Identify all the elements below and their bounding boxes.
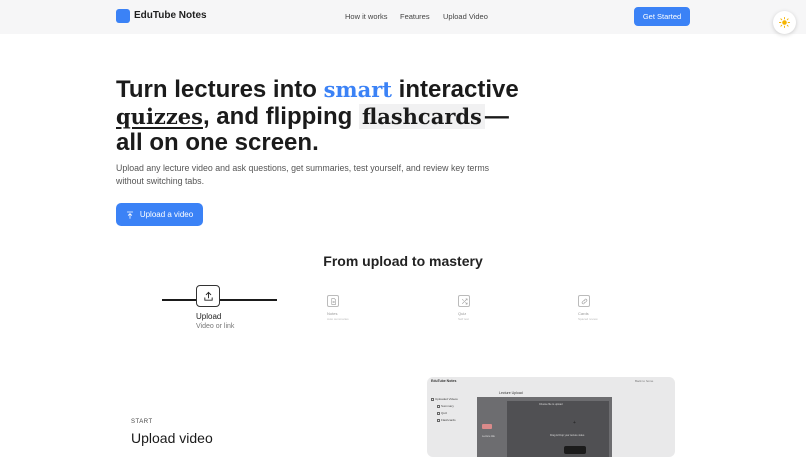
preview-modal-title: Choose file to upload xyxy=(539,403,563,406)
step-cards-icon-box[interactable] xyxy=(578,295,590,307)
upload-icon xyxy=(203,291,213,301)
upload-icon xyxy=(126,211,133,219)
hero-title-text: Turn lectures into xyxy=(116,76,324,103)
step-upload-icon-box[interactable] xyxy=(196,285,220,307)
preview-modal xyxy=(507,401,609,457)
folder-icon xyxy=(431,398,434,401)
preview-action-button xyxy=(564,446,586,454)
step-quiz-icon-box[interactable] xyxy=(458,295,470,307)
step-progress-line xyxy=(220,299,277,301)
step-upload-sub: Video or link xyxy=(196,323,235,330)
preview-sidebar-item: Flashcards xyxy=(441,418,456,422)
upload-video-label: Upload a video xyxy=(139,210,194,219)
document-icon xyxy=(437,405,440,408)
document-icon xyxy=(437,412,440,415)
preview-lecture-label: Lecture title xyxy=(482,435,495,438)
document-icon xyxy=(330,297,336,305)
preview-heading: Lecture Upload xyxy=(499,391,523,395)
hero-highlight-quizzes: quizzes xyxy=(116,103,203,129)
sun-icon xyxy=(779,17,790,28)
section-kicker: START xyxy=(131,419,153,425)
theme-toggle-button[interactable] xyxy=(773,11,796,34)
step-notes-label: Notes xyxy=(327,311,338,316)
preview-sidebar-item: Uploaded Videos xyxy=(435,397,458,401)
step-progress-line xyxy=(162,299,196,301)
step-notes-icon-box[interactable] xyxy=(327,295,339,307)
step-upload-label: Upload xyxy=(196,312,222,321)
steps-title: From upload to mastery xyxy=(323,253,483,269)
step-cards-sub: Spaced review xyxy=(578,317,598,321)
hero-title: Turn lectures into smart interactive qui… xyxy=(116,76,536,157)
step-notes-sub: Auto summaries xyxy=(327,317,349,321)
hero-highlight-flashcards: flashcards xyxy=(358,103,485,129)
hero-title-text: interactive xyxy=(392,76,519,103)
shuffle-icon xyxy=(461,298,467,304)
top-navbar: EduTube Notes How it works Features Uplo… xyxy=(0,0,806,34)
preview-sidebar-item: Summary xyxy=(441,404,454,408)
preview-brand: EduTube Notes xyxy=(431,379,457,383)
preview-thumbnail xyxy=(482,424,492,429)
document-icon xyxy=(437,419,440,422)
preview-drop-text: Drag & Drop your lecture video xyxy=(550,434,585,437)
upload-video-button[interactable]: Upload a video xyxy=(116,203,203,226)
brand-name[interactable]: EduTube Notes xyxy=(134,10,207,21)
preview-back-link: Back to home xyxy=(635,379,654,383)
link-icon xyxy=(581,298,587,304)
hero-subtitle: Upload any lecture video and ask questio… xyxy=(116,163,490,186)
step-quiz-label: Quiz xyxy=(458,311,467,316)
logo-icon xyxy=(116,9,130,23)
hero-title-text: , and flipping xyxy=(202,102,359,130)
app-preview: EduTube Notes Back to home Uploaded Vide… xyxy=(427,377,675,457)
nav-features[interactable]: Features xyxy=(400,12,430,21)
step-cards-label: Cards xyxy=(578,311,589,316)
step-quiz-sub: Self test xyxy=(458,317,469,321)
nav-how-it-works[interactable]: How it works xyxy=(345,12,388,21)
preview-sidebar-item: Quiz xyxy=(441,411,448,415)
get-started-button[interactable]: Get Started xyxy=(634,7,690,26)
section-title: Upload video xyxy=(131,430,213,446)
plus-icon: + xyxy=(573,420,576,426)
hero-highlight-smart: smart xyxy=(323,77,392,102)
nav-upload-video[interactable]: Upload Video xyxy=(443,12,488,21)
